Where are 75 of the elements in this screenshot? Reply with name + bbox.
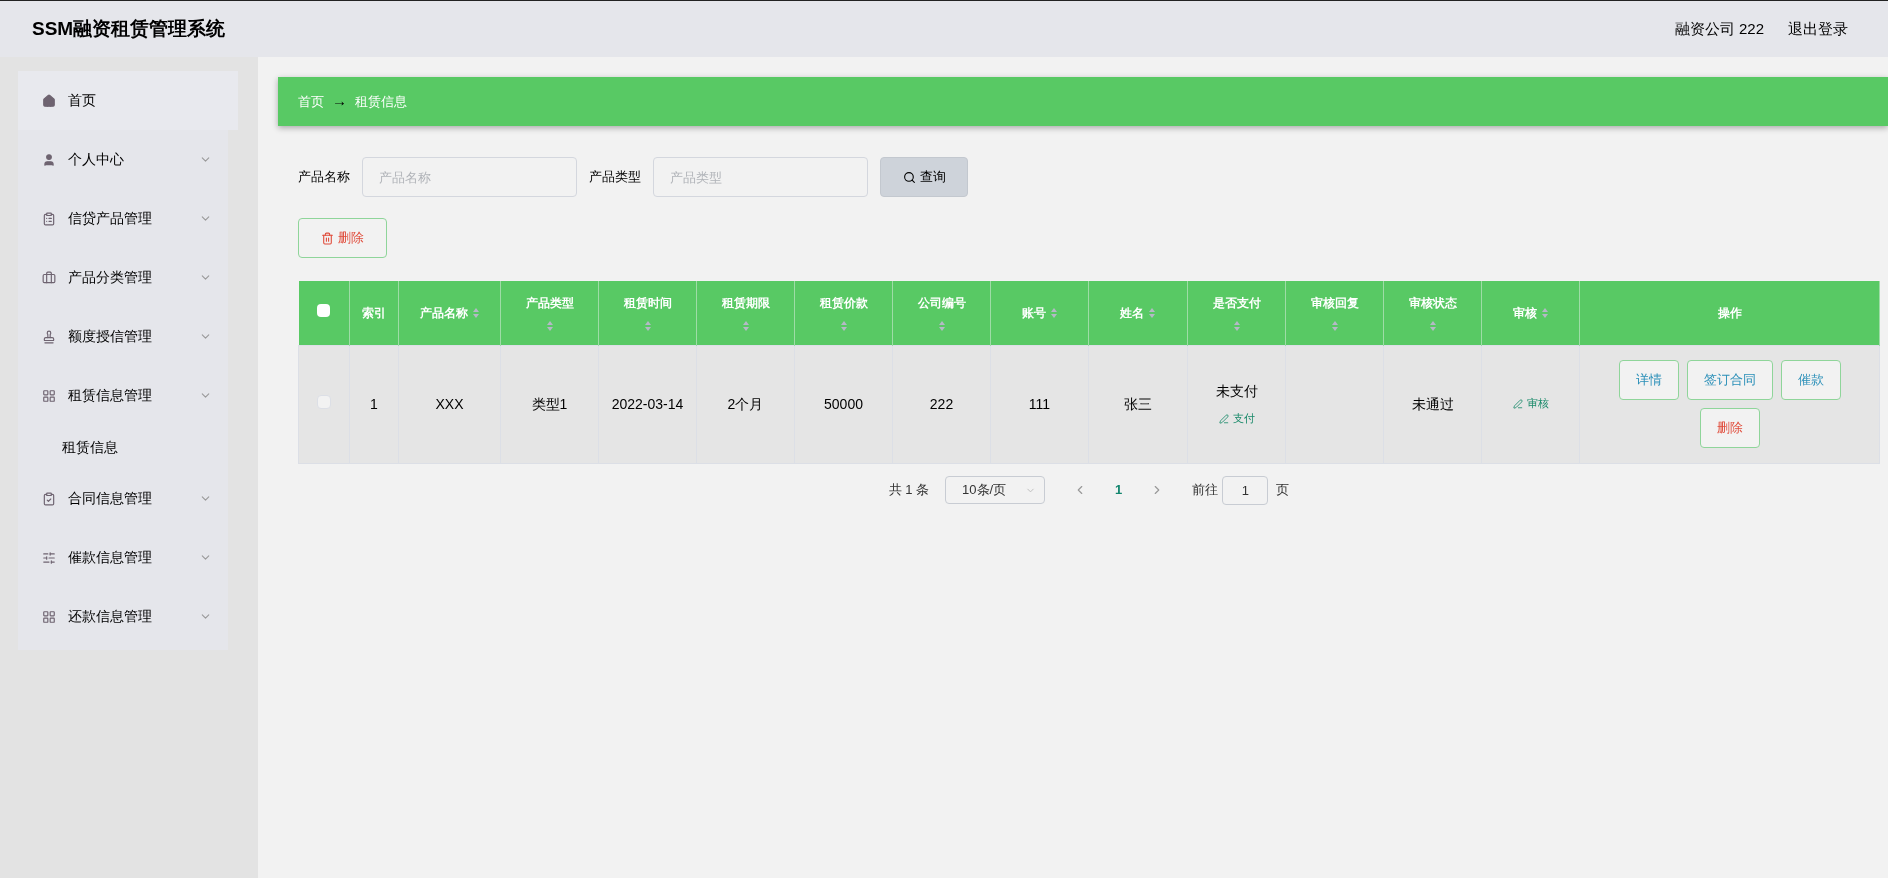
column-header: 操作 — [1579, 281, 1880, 345]
table-cell: 1 — [370, 395, 378, 412]
search-icon — [902, 170, 916, 184]
filter-label: 产品名称 — [298, 168, 350, 187]
table-cell: 类型1 — [531, 395, 568, 412]
breadcrumb-item[interactable]: 首页 — [298, 91, 324, 112]
table-cell: XXX — [435, 395, 464, 412]
action-button[interactable]: 详情 — [1618, 360, 1679, 400]
pen-icon — [1218, 413, 1229, 424]
sort-icon[interactable] — [937, 319, 946, 332]
table-cell: 50000 — [824, 395, 863, 412]
sort-icon[interactable] — [1540, 306, 1549, 319]
sidebar-item[interactable]: 租赁信息管理 — [18, 366, 228, 425]
column-header[interactable]: 账号 — [990, 281, 1089, 345]
table-cell: 222 — [929, 395, 954, 412]
column-header[interactable]: 产品名称 — [398, 281, 501, 345]
delete-button[interactable]: 删除 — [298, 218, 387, 258]
column-header[interactable]: 是否支付 — [1187, 281, 1286, 345]
sort-icon[interactable] — [1428, 319, 1437, 332]
sort-icon[interactable] — [1330, 319, 1339, 332]
column-header: 索引 — [349, 281, 399, 345]
pen-icon — [1512, 398, 1523, 409]
sidebar-item[interactable]: 产品分类管理 — [18, 248, 228, 307]
column-header[interactable]: 公司编号 — [892, 281, 991, 345]
column-header[interactable]: 审核 — [1481, 281, 1580, 345]
sidebar-item[interactable]: 信贷产品管理 — [18, 189, 228, 248]
sort-icon[interactable] — [643, 319, 652, 332]
goto-label: 前往 — [1192, 481, 1219, 500]
table-cell: 2022-03-14 — [611, 395, 684, 412]
filter-input[interactable]: 产品类型 — [653, 157, 868, 197]
action-button[interactable]: 签订合同 — [1686, 360, 1773, 400]
column-header[interactable]: 租赁时间 — [598, 281, 697, 345]
app-title: SSM融资租赁管理系统 — [32, 16, 226, 41]
sort-icon[interactable] — [545, 319, 554, 332]
search-button[interactable]: 查询 — [880, 157, 968, 197]
breadcrumb-item[interactable]: 租赁信息 — [355, 91, 407, 112]
page-size-select[interactable]: 10条/页 — [945, 476, 1046, 504]
sort-icon[interactable] — [471, 306, 480, 319]
table-cell: 张三 — [1124, 395, 1152, 412]
column-header[interactable]: 产品类型 — [500, 281, 599, 345]
table-cell: 111 — [1028, 395, 1051, 412]
user-name: 融资公司 222 — [1674, 18, 1764, 39]
column-header[interactable]: 审核状态 — [1383, 281, 1482, 345]
sort-icon[interactable] — [1148, 306, 1156, 319]
table-cell-text: 未支付 — [1215, 382, 1258, 402]
page-input[interactable]: 1 — [1222, 475, 1269, 505]
review-link[interactable]: 审核 — [1512, 395, 1549, 412]
sort-icon[interactable] — [839, 319, 848, 332]
pay-link[interactable]: 支付 — [1218, 410, 1255, 427]
sidebar-item[interactable]: 合同信息管理 — [18, 469, 228, 528]
sort-icon[interactable] — [741, 319, 750, 332]
column-header[interactable]: 租赁期限 — [696, 281, 795, 345]
table-cell: 未通过 — [1411, 395, 1454, 412]
sort-icon[interactable] — [1232, 319, 1241, 332]
sidebar-item[interactable]: 催款信息管理 — [18, 528, 228, 587]
sidebar-subitem[interactable]: 租赁信息 — [18, 425, 228, 469]
page-number[interactable]: 1 — [1103, 480, 1135, 500]
sidebar-item[interactable]: 还款信息管理 — [18, 587, 228, 646]
column-header[interactable]: 姓名 — [1088, 281, 1188, 345]
table-cell: 2个月 — [727, 395, 764, 412]
action-button[interactable]: 删除 — [1699, 408, 1760, 448]
sidebar-item[interactable]: 个人中心 — [18, 130, 228, 189]
column-header[interactable]: 审核回复 — [1285, 281, 1384, 345]
page-suffix: 页 — [1276, 481, 1290, 500]
filter-label: 产品类型 — [589, 168, 641, 187]
sort-icon[interactable] — [1049, 306, 1058, 319]
total-count: 共 1 条 — [888, 481, 930, 500]
column-header[interactable]: 租赁价款 — [794, 281, 893, 345]
action-button[interactable]: 催款 — [1780, 360, 1841, 400]
logout-link[interactable]: 退出登录 — [1788, 17, 1848, 41]
select-all-checkbox[interactable] — [317, 304, 331, 317]
breadcrumb-separator: → — [332, 91, 347, 112]
trash-icon — [321, 231, 334, 245]
sidebar-item[interactable]: 额度授信管理 — [18, 307, 228, 366]
filter-input[interactable]: 产品名称 — [362, 157, 577, 197]
